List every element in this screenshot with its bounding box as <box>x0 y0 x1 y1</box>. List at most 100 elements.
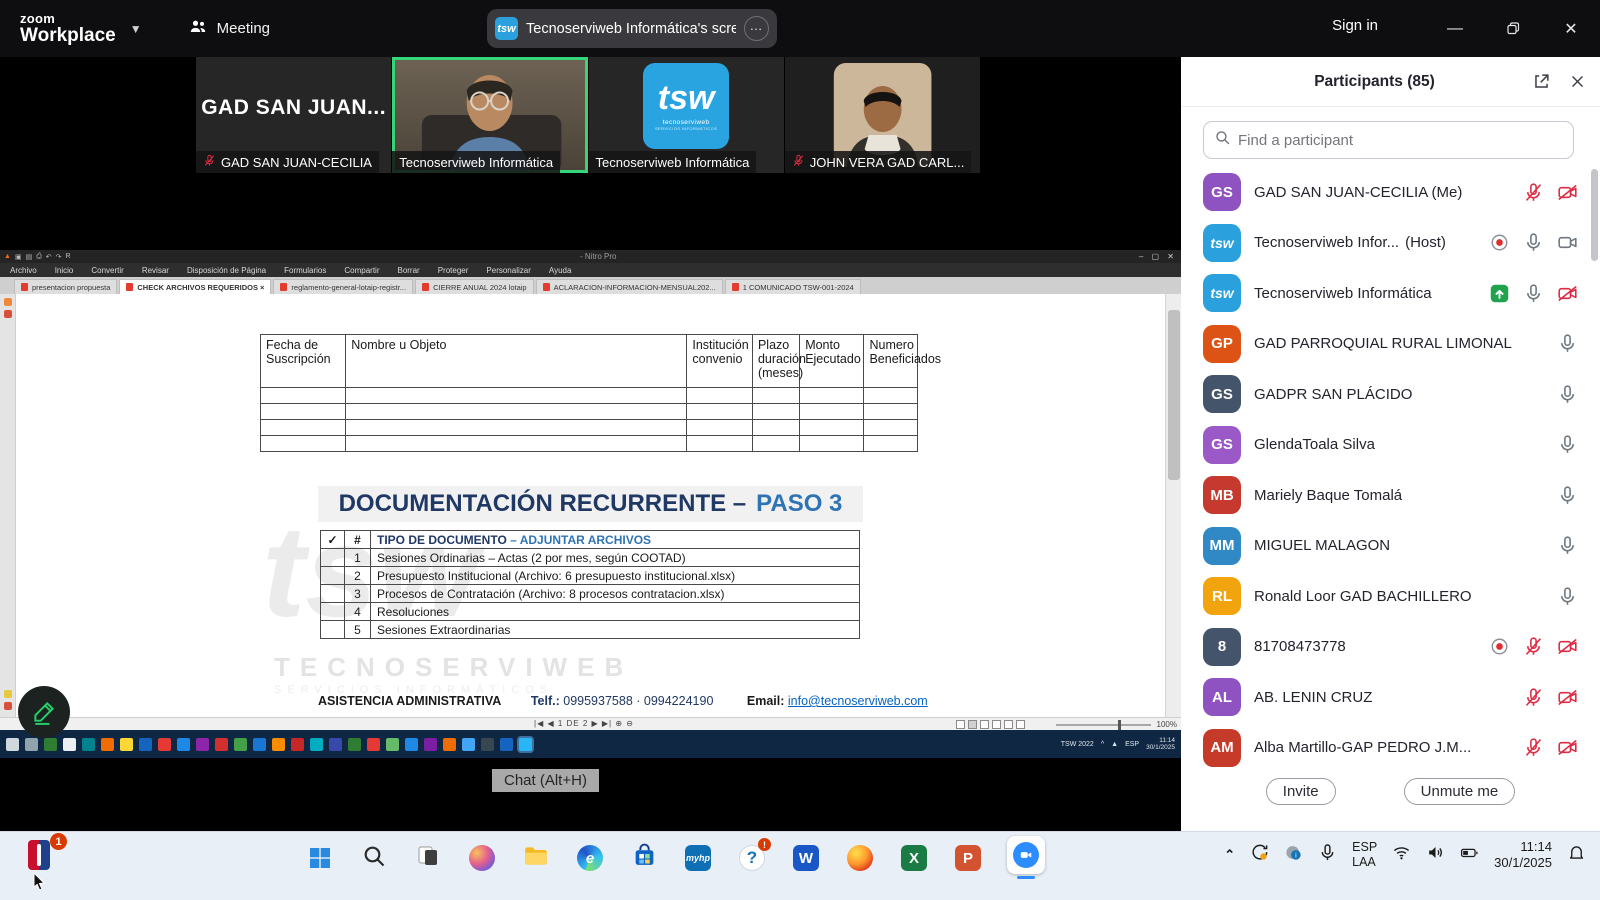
nitro-menu-item[interactable]: Inicio <box>55 266 74 275</box>
shared-taskbar-app-icon[interactable] <box>139 738 152 751</box>
shared-taskbar-app-icon[interactable] <box>462 738 475 751</box>
shared-taskbar-app-icon[interactable] <box>500 738 513 751</box>
taskbar-task-view-button[interactable] <box>413 843 443 873</box>
nitro-menu-item[interactable]: Borrar <box>397 266 419 275</box>
participant-row[interactable]: GSGlendaToala Silva <box>1181 420 1600 471</box>
mic-on-wrap[interactable] <box>1557 333 1578 354</box>
sharing-wrap[interactable] <box>1489 283 1510 304</box>
cam-off-wrap[interactable] <box>1557 737 1578 758</box>
participant-row[interactable]: tswTecnoserviweb Informática <box>1181 268 1600 319</box>
taskbar-powerpoint-button[interactable]: P <box>953 843 983 873</box>
taskbar-zoom-button[interactable] <box>1007 836 1045 874</box>
nitro-menu-item[interactable]: Archivo <box>10 266 37 275</box>
minimize-button[interactable]: — <box>1426 0 1484 57</box>
shared-taskbar-app-icon[interactable] <box>348 738 361 751</box>
shared-taskbar-app-icon[interactable] <box>44 738 57 751</box>
mic-off-wrap[interactable] <box>1523 737 1544 758</box>
nitro-left-sidebar[interactable] <box>0 294 16 717</box>
recording-wrap[interactable] <box>1489 232 1510 253</box>
video-tile[interactable]: Tecnoserviweb Informática <box>392 57 587 173</box>
shared-taskbar-app-icon[interactable] <box>63 738 76 751</box>
shared-taskbar-app-icon[interactable] <box>329 738 342 751</box>
shared-taskbar-app-icon[interactable] <box>177 738 190 751</box>
taskbar-file-explorer-button[interactable] <box>521 843 551 873</box>
taskbar-word-button[interactable]: W <box>791 843 821 873</box>
zoom-slider[interactable] <box>1056 724 1151 726</box>
nitro-menu-item[interactable]: Personalizar <box>486 266 530 275</box>
taskbar-excel-button[interactable]: X <box>899 843 929 873</box>
mic-on-wrap[interactable] <box>1557 535 1578 556</box>
participant-row[interactable]: GPGAD PARROQUIAL RURAL LIMONAL <box>1181 319 1600 370</box>
nitro-menu-item[interactable]: Convertir <box>91 266 123 275</box>
nitro-doc-tab[interactable]: ACLARACION-INFORMACION-MENSUAL202... <box>536 279 723 294</box>
cam-off-wrap[interactable] <box>1557 283 1578 304</box>
shared-taskbar-app-icon[interactable] <box>6 738 19 751</box>
chevron-down-icon[interactable]: ▼ <box>130 22 142 36</box>
cam-off-wrap[interactable] <box>1557 182 1578 203</box>
nitro-window-controls[interactable]: – ▢ ✕ <box>1139 252 1177 261</box>
sync-icon[interactable] <box>1250 843 1269 867</box>
shared-taskbar-app-icon[interactable] <box>158 738 171 751</box>
nitro-scrollbar[interactable] <box>1165 294 1181 717</box>
nitro-doc-tab[interactable]: reglamento-general-lotaip-registr... <box>273 279 413 294</box>
participant-row[interactable]: tswTecnoserviweb Infor...(Host) <box>1181 218 1600 269</box>
taskbar-firefox-button[interactable] <box>845 843 875 873</box>
sign-in-button[interactable]: Sign in <box>1332 17 1378 34</box>
shared-taskbar-app-icon[interactable] <box>25 738 38 751</box>
participant-row[interactable]: MBMariely Baque Tomalá <box>1181 470 1600 521</box>
taskbar-search-button[interactable] <box>359 843 389 873</box>
participant-row[interactable]: 881708473778 <box>1181 622 1600 673</box>
nitro-menu-item[interactable]: Proteger <box>438 266 469 275</box>
more-options-icon[interactable]: … <box>744 16 769 41</box>
shared-taskbar-app-icon[interactable] <box>481 738 494 751</box>
mic-on-wrap[interactable] <box>1557 434 1578 455</box>
shared-taskbar-app-icon[interactable] <box>120 738 133 751</box>
shared-taskbar-app-icon[interactable] <box>215 738 228 751</box>
unmute-me-button[interactable]: Unmute me <box>1404 778 1516 805</box>
mic-off-wrap[interactable] <box>1523 636 1544 657</box>
pop-out-icon[interactable] <box>1528 69 1554 95</box>
shared-taskbar-app-icon[interactable] <box>272 738 285 751</box>
video-tile[interactable]: JOHN VERA GAD CARL... <box>785 57 980 173</box>
recording-wrap[interactable] <box>1489 636 1510 657</box>
video-tile[interactable]: tsw tecnoserviweb SERVICIOS INFORMÁTICOS… <box>589 57 784 173</box>
close-panel-icon[interactable] <box>1564 69 1590 95</box>
shared-taskbar-app-icon[interactable] <box>386 738 399 751</box>
nitro-menu-item[interactable]: Compartir <box>344 266 379 275</box>
shared-taskbar-app-icon[interactable] <box>101 738 114 751</box>
shared-taskbar-app-icon[interactable] <box>424 738 437 751</box>
mic-on-wrap[interactable] <box>1523 232 1544 253</box>
participant-row[interactable]: GSGAD SAN JUAN-CECILIA (Me) <box>1181 167 1600 218</box>
taskbar-start-button[interactable] <box>305 843 335 873</box>
cam-on-wrap[interactable] <box>1557 232 1578 253</box>
shared-taskbar-app-icon[interactable] <box>367 738 380 751</box>
participant-row[interactable]: ALAB. LENIN CRUZ <box>1181 672 1600 723</box>
cam-off-wrap[interactable] <box>1557 687 1578 708</box>
notification-bell-icon[interactable] <box>1567 843 1586 867</box>
shared-taskbar-app-icon[interactable] <box>443 738 456 751</box>
restore-button[interactable] <box>1484 0 1542 57</box>
cam-off-wrap[interactable] <box>1557 636 1578 657</box>
shared-taskbar-app-icon[interactable] <box>82 738 95 751</box>
tray-mic-icon[interactable] <box>1318 843 1337 867</box>
page-layout-buttons[interactable] <box>956 720 1025 729</box>
nitro-doc-tab[interactable]: 1 COMUNICADO TSW-001-2024 <box>725 279 861 294</box>
shared-taskbar-app-icon[interactable] <box>310 738 323 751</box>
mic-on-wrap[interactable] <box>1557 384 1578 405</box>
taskbar-clock[interactable]: 11:1430/1/2025 <box>1494 839 1552 872</box>
shared-taskbar-app-icon[interactable] <box>519 738 532 751</box>
participant-row[interactable]: MMMIGUEL MALAGON <box>1181 521 1600 572</box>
panel-scrollbar[interactable] <box>1591 169 1598 261</box>
taskbar-myhp-button[interactable]: myhp <box>683 843 713 873</box>
participant-row[interactable]: RLRonald Loor GAD BACHILLERO <box>1181 571 1600 622</box>
tab-screen-share[interactable]: tsw Tecnoserviweb Informática's scre … <box>487 9 777 48</box>
nitro-menu-item[interactable]: Formularios <box>284 266 326 275</box>
nitro-doc-tab[interactable]: CHECK ARCHIVOS REQUERIDOS × <box>119 279 271 294</box>
tray-chevron-icon[interactable]: ⌃ <box>1224 847 1235 863</box>
email-link[interactable]: info@tecnoserviweb.com <box>788 694 928 708</box>
mic-on-wrap[interactable] <box>1557 586 1578 607</box>
taskbar-store-button[interactable] <box>629 843 659 873</box>
shared-taskbar-app-icon[interactable] <box>253 738 266 751</box>
video-tile[interactable]: GAD SAN JUAN...GAD SAN JUAN-CECILIA <box>196 57 391 173</box>
taskbar-copilot-button[interactable] <box>467 843 497 873</box>
